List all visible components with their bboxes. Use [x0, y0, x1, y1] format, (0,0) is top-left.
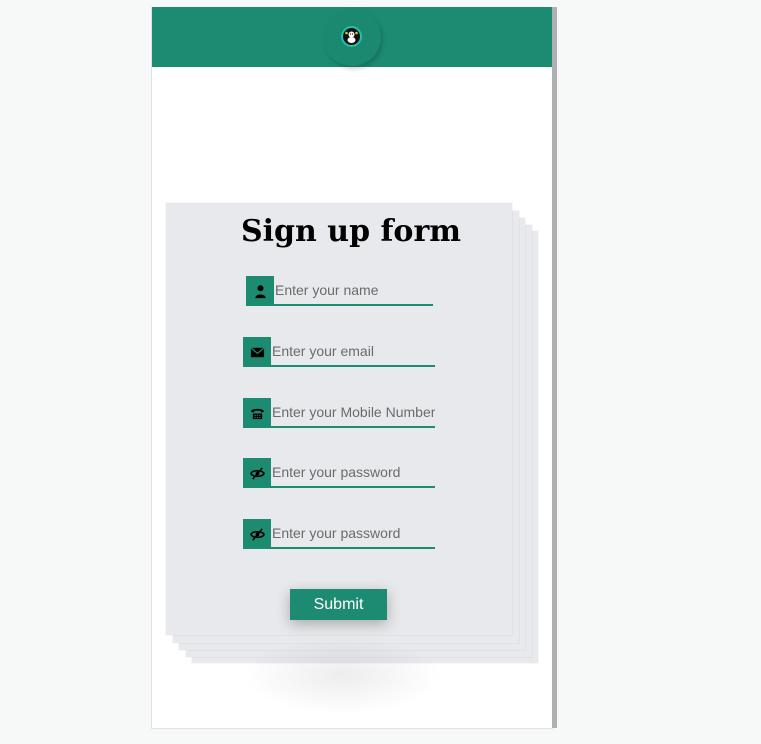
password-input[interactable]	[271, 458, 435, 488]
eye-slash-icon[interactable]	[243, 458, 271, 488]
confirm-password-input[interactable]	[271, 519, 435, 549]
scrollbar[interactable]	[552, 7, 557, 728]
user-icon	[246, 276, 274, 306]
email-input[interactable]	[271, 337, 435, 367]
logo-icon[interactable]	[341, 26, 362, 47]
phone-icon	[243, 398, 271, 428]
app-frame: Sign up form Enter your name Enter your …	[151, 7, 553, 729]
submit-button[interactable]: Submit	[290, 589, 387, 620]
eye-slash-icon[interactable]	[243, 519, 271, 549]
mobile-input[interactable]	[271, 398, 435, 428]
envelope-icon	[243, 337, 271, 367]
decorative-shadow	[242, 635, 442, 715]
header-bar	[152, 7, 553, 67]
form-title: Sign up form	[241, 214, 461, 249]
name-input[interactable]	[274, 276, 433, 306]
page: Sign up form Enter your name Enter your …	[0, 0, 761, 744]
